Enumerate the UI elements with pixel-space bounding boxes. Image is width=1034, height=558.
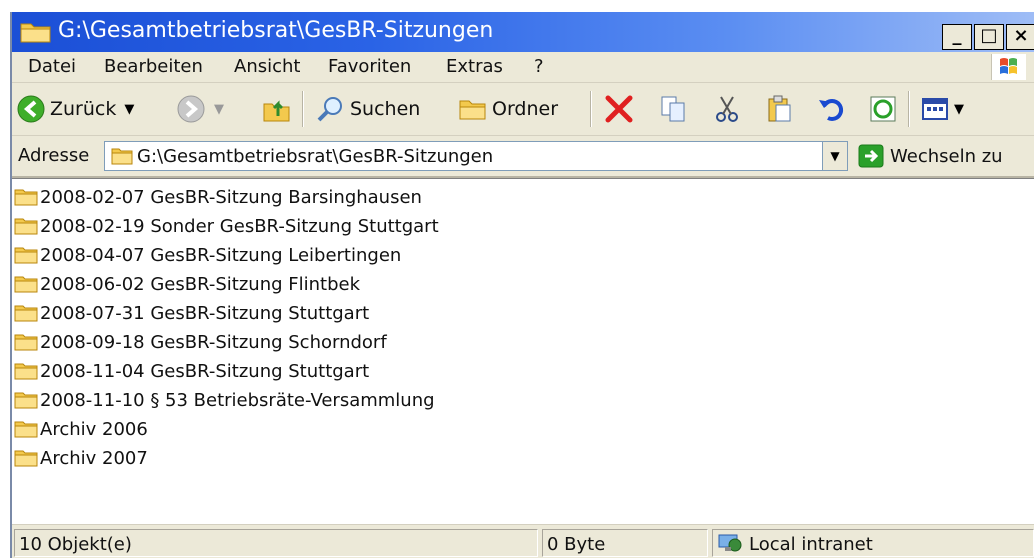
folders-label: Ordner bbox=[492, 98, 559, 120]
search-button[interactable]: Suchen bbox=[316, 91, 420, 127]
delete-button[interactable] bbox=[602, 91, 636, 127]
chevron-down-icon[interactable]: ▼ bbox=[214, 102, 224, 117]
forward-button[interactable]: ▼ bbox=[176, 91, 224, 127]
menu-bar: Datei Bearbeiten Ansicht Favoriten Extra… bbox=[12, 52, 1034, 83]
list-item[interactable]: Archiv 2006 bbox=[14, 416, 148, 442]
chevron-down-icon[interactable]: ▼ bbox=[954, 102, 964, 117]
menu-help[interactable]: ? bbox=[534, 56, 544, 77]
status-size: 0 Byte bbox=[547, 534, 606, 555]
status-zone-cell: Local intranet bbox=[712, 529, 1034, 557]
file-name: 2008-02-19 Sonder GesBR-Sitzung Stuttgar… bbox=[40, 215, 439, 237]
folder-icon bbox=[14, 247, 38, 264]
forward-arrow-icon bbox=[177, 95, 205, 123]
search-icon bbox=[317, 97, 342, 122]
close-button[interactable]: × bbox=[1006, 24, 1034, 50]
windows-logo-icon bbox=[991, 54, 1026, 80]
menu-datei[interactable]: Datei bbox=[28, 56, 76, 77]
address-dropdown-button[interactable]: ▼ bbox=[822, 142, 847, 170]
minimize-button[interactable]: _ bbox=[942, 24, 972, 50]
up-button[interactable] bbox=[262, 91, 292, 127]
undo-icon bbox=[819, 98, 844, 121]
clipboard-icon bbox=[768, 95, 791, 122]
copy-icon bbox=[661, 96, 685, 122]
menu-extras[interactable]: Extras bbox=[446, 56, 503, 77]
scissors-icon bbox=[716, 96, 738, 122]
go-label: Wechseln zu bbox=[890, 145, 1003, 167]
window-title: G:\Gesamtbetriebsrat\GesBR-Sitzungen bbox=[58, 18, 494, 43]
list-item[interactable]: 2008-06-02 GesBR-Sitzung Flintbek bbox=[14, 271, 360, 297]
copy-to-button[interactable] bbox=[658, 91, 688, 127]
folder-icon bbox=[20, 23, 51, 43]
folder-icon bbox=[14, 276, 38, 293]
file-name: Archiv 2007 bbox=[40, 447, 148, 469]
folder-up-icon bbox=[263, 100, 290, 122]
list-item[interactable]: 2008-11-10 § 53 Betriebsräte-Versammlung bbox=[14, 387, 435, 413]
list-item[interactable]: 2008-09-18 GesBR-Sitzung Schorndorf bbox=[14, 329, 387, 355]
title-bar[interactable]: G:\Gesamtbetriebsrat\GesBR-Sitzungen _ □… bbox=[12, 12, 1034, 52]
list-item[interactable]: Archiv 2007 bbox=[14, 445, 148, 471]
address-label: Adresse bbox=[18, 145, 90, 166]
list-item[interactable]: 2008-07-31 GesBR-Sitzung Stuttgart bbox=[14, 300, 369, 326]
back-label: Zurück bbox=[50, 98, 117, 120]
status-count: 10 Objekt(e) bbox=[19, 534, 132, 555]
undo-button[interactable] bbox=[816, 91, 846, 127]
file-name: 2008-09-18 GesBR-Sitzung Schorndorf bbox=[40, 331, 387, 353]
maximize-button[interactable]: □ bbox=[974, 24, 1004, 50]
folder-icon bbox=[14, 334, 38, 351]
views-icon bbox=[922, 98, 948, 120]
toolbar-separator bbox=[908, 91, 910, 127]
folder-icon bbox=[14, 189, 38, 206]
status-size-cell: 0 Byte bbox=[542, 529, 708, 557]
folders-icon bbox=[459, 100, 486, 120]
file-name: 2008-04-07 GesBR-Sitzung Leibertingen bbox=[40, 244, 402, 266]
toolbar-separator bbox=[302, 91, 304, 127]
back-arrow-icon bbox=[17, 95, 45, 123]
go-arrow-icon bbox=[858, 144, 884, 168]
toolbar-separator bbox=[590, 91, 592, 127]
folder-icon bbox=[14, 363, 38, 380]
folder-icon bbox=[14, 421, 38, 438]
explorer-window: G:\Gesamtbetriebsrat\GesBR-Sitzungen _ □… bbox=[10, 12, 1034, 558]
file-list[interactable]: 2008-02-07 GesBR-Sitzung Barsinghausen 2… bbox=[12, 178, 1034, 526]
folder-icon bbox=[14, 392, 38, 409]
file-name: 2008-11-04 GesBR-Sitzung Stuttgart bbox=[40, 360, 370, 382]
paste-button[interactable] bbox=[764, 91, 794, 127]
status-zone: Local intranet bbox=[749, 534, 873, 555]
cut-button[interactable] bbox=[712, 91, 742, 127]
address-bar: Adresse G:\Gesamtbetriebsrat\GesBR-Sitzu… bbox=[12, 136, 1034, 178]
folder-icon bbox=[14, 450, 38, 467]
status-count-cell: 10 Objekt(e) bbox=[14, 529, 538, 557]
file-name: 2008-07-31 GesBR-Sitzung Stuttgart bbox=[40, 302, 370, 324]
file-name: 2008-06-02 GesBR-Sitzung Flintbek bbox=[40, 273, 360, 295]
toolbar: Zurück ▼ ▼ Suchen Ordner ▼ bbox=[12, 83, 1034, 136]
properties-icon bbox=[870, 96, 896, 122]
list-item[interactable]: 2008-11-04 GesBR-Sitzung Stuttgart bbox=[14, 358, 369, 384]
go-button[interactable]: Wechseln zu bbox=[858, 142, 1003, 170]
list-item[interactable]: 2008-02-19 Sonder GesBR-Sitzung Stuttgar… bbox=[14, 213, 439, 239]
menu-favoriten[interactable]: Favoriten bbox=[328, 56, 411, 77]
address-value: G:\Gesamtbetriebsrat\GesBR-Sitzungen bbox=[137, 146, 494, 167]
menu-ansicht[interactable]: Ansicht bbox=[234, 56, 300, 77]
address-input[interactable]: G:\Gesamtbetriebsrat\GesBR-Sitzungen ▼ bbox=[104, 141, 848, 171]
status-bar: 10 Objekt(e) 0 Byte Local intranet bbox=[12, 524, 1034, 558]
file-name: Archiv 2006 bbox=[40, 418, 148, 440]
folder-icon bbox=[14, 218, 38, 235]
list-item[interactable]: 2008-04-07 GesBR-Sitzung Leibertingen bbox=[14, 242, 401, 268]
file-name: 2008-02-07 GesBR-Sitzung Barsinghausen bbox=[40, 186, 422, 208]
folders-button[interactable]: Ordner bbox=[458, 91, 558, 127]
back-button[interactable]: Zurück ▼ bbox=[16, 91, 134, 127]
chevron-down-icon[interactable]: ▼ bbox=[124, 102, 134, 117]
delete-x-icon bbox=[605, 95, 633, 123]
properties-button[interactable] bbox=[868, 91, 898, 127]
intranet-icon bbox=[718, 534, 742, 552]
menu-bearbeiten[interactable]: Bearbeiten bbox=[104, 56, 203, 77]
folder-icon bbox=[111, 148, 133, 165]
folder-icon bbox=[14, 305, 38, 322]
search-label: Suchen bbox=[350, 98, 421, 120]
file-name: 2008-11-10 § 53 Betriebsräte-Versammlung bbox=[40, 389, 435, 411]
list-item[interactable]: 2008-02-07 GesBR-Sitzung Barsinghausen bbox=[14, 184, 422, 210]
views-button[interactable]: ▼ bbox=[920, 91, 964, 127]
